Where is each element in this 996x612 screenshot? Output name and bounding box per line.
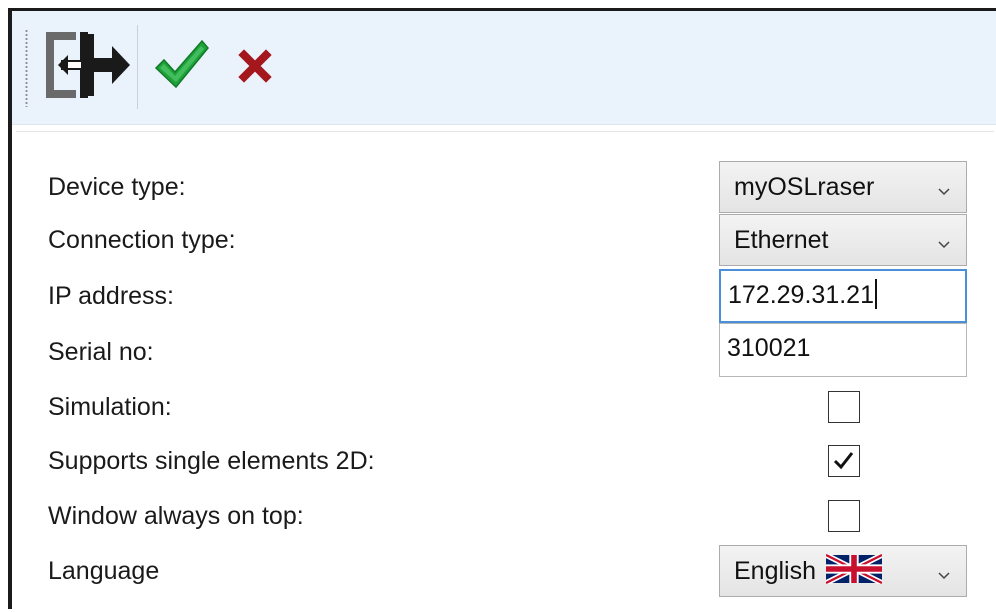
uk-flag-icon [824,551,884,586]
window-always-on-top-checkbox[interactable] [828,500,860,532]
language-row: Language English [12,543,996,599]
exit-button[interactable] [38,27,134,107]
connection-type-select[interactable]: Ethernet [719,214,967,266]
device-type-label: Device type: [48,173,186,201]
chevron-down-icon [938,182,950,196]
device-type-select[interactable]: myOSLraser [719,161,967,213]
language-label: Language [48,557,160,585]
connection-type-row: Connection type: Ethernet [12,212,996,268]
panel-edge [16,131,994,132]
toolbar [12,11,996,125]
simulation-label: Simulation: [48,393,172,421]
device-type-row: Device type: myOSLraser [12,159,996,215]
settings-panel: Device type: myOSLraser Connection type:… [12,125,996,612]
ip-address-input[interactable]: 172.29.31.21 [719,269,967,323]
ip-address-value: 172.29.31.21 [728,271,877,319]
connection-type-label: Connection type: [48,226,236,254]
window-always-on-top-label: Window always on top: [48,502,304,530]
simulation-checkbox[interactable] [828,391,860,423]
toolbar-grip[interactable] [25,29,28,107]
chevron-down-icon [938,566,950,580]
settings-window: Device type: myOSLraser Connection type:… [8,8,996,612]
language-value: English [734,546,884,596]
supports-single-elements-2d-checkbox[interactable] [828,445,860,477]
window-always-on-top-row: Window always on top: [12,488,996,544]
toolbar-separator [137,25,138,109]
text-caret [874,279,877,309]
serial-no-row: Serial no: 310021 [12,323,996,380]
exit-door-arrow-icon [40,26,132,108]
ip-address-label: IP address: [48,282,175,310]
serial-no-label: Serial no: [48,338,154,366]
supports-single-elements-2d-label: Supports single elements 2D: [48,447,375,475]
chevron-down-icon [938,235,950,249]
green-checkmark-icon [151,35,211,99]
ok-button[interactable] [149,33,213,101]
connection-type-value: Ethernet [734,226,829,254]
ip-address-row: IP address: 172.29.31.21 [12,268,996,324]
serial-no-input[interactable]: 310021 [719,323,967,377]
cancel-button[interactable] [232,45,278,91]
supports-single-elements-2d-row: Supports single elements 2D: [12,433,996,489]
serial-no-value: 310021 [727,334,811,362]
device-type-value: myOSLraser [734,173,875,201]
simulation-row: Simulation: [12,379,996,435]
red-x-icon [238,49,272,87]
language-select[interactable]: English [719,545,967,597]
